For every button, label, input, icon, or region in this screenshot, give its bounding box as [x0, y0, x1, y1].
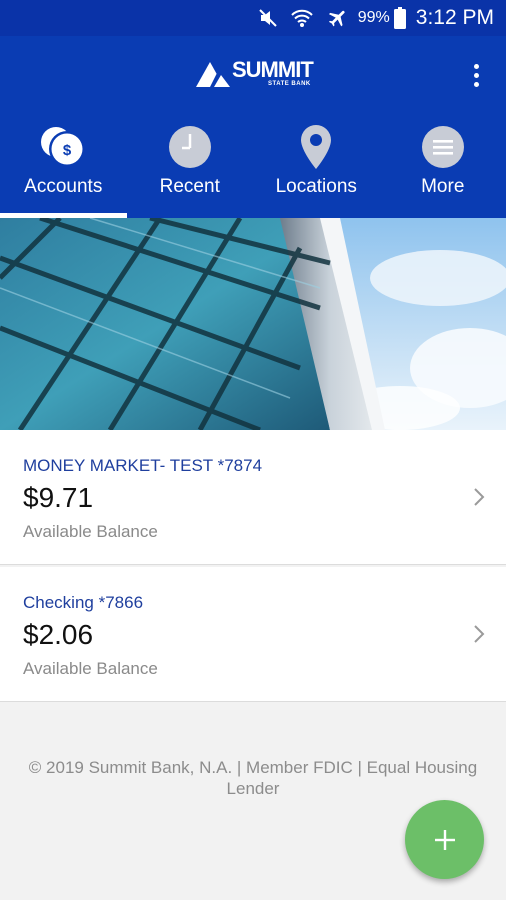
- location-pin-icon: [291, 122, 341, 172]
- summit-logo: SUMMIT STATE BANK: [196, 56, 314, 90]
- battery-percentage: 99%: [357, 9, 390, 26]
- chevron-right-icon: [474, 488, 485, 506]
- more-options-icon[interactable]: [462, 58, 490, 92]
- account-card[interactable]: MONEY MARKET- TEST *7874 $9.71 Available…: [0, 430, 506, 565]
- app-header: SUMMIT STATE BANK $ Accounts Recent Loca…: [0, 36, 506, 218]
- tab-locations[interactable]: Locations: [253, 118, 380, 218]
- add-button[interactable]: [405, 800, 484, 879]
- account-balance-label: Available Balance: [23, 659, 158, 678]
- account-name: Checking *7866: [23, 593, 144, 612]
- mute-icon: [258, 8, 278, 28]
- logo-name: SUMMIT: [232, 56, 314, 82]
- tab-more-label: More: [421, 176, 465, 197]
- account-balance-label: Available Balance: [23, 522, 158, 541]
- account-balance: $2.06: [23, 619, 94, 650]
- airplane-icon: [326, 7, 350, 29]
- account-name: MONEY MARKET- TEST *7874: [23, 456, 263, 475]
- tab-recent[interactable]: Recent: [127, 118, 254, 218]
- account-balance: $9.71: [23, 482, 94, 513]
- tab-accounts-label: Accounts: [24, 176, 103, 197]
- mountain-logo-icon: [196, 62, 230, 87]
- tab-accounts[interactable]: $ Accounts: [0, 118, 127, 218]
- logo-subtitle: STATE BANK: [267, 80, 311, 87]
- hero-image: [0, 218, 506, 430]
- clock: 3:12 PM: [415, 6, 494, 29]
- tab-bar: $ Accounts Recent Locations More: [0, 118, 506, 218]
- menu-icon: [418, 122, 468, 172]
- tab-locations-label: Locations: [275, 176, 357, 197]
- tab-recent-label: Recent: [159, 176, 220, 197]
- battery-icon: [393, 7, 406, 29]
- tab-more[interactable]: More: [380, 118, 506, 218]
- plus-icon: [434, 829, 455, 850]
- svg-text:$: $: [63, 142, 72, 159]
- status-bar: 99% 3:12 PM: [0, 0, 506, 36]
- account-card[interactable]: Checking *7866 $2.06 Available Balance: [0, 567, 506, 702]
- wifi-icon: [290, 8, 314, 28]
- clock-icon: [165, 122, 215, 172]
- chevron-right-icon: [474, 625, 485, 643]
- footer-disclaimer: © 2019 Summit Bank, N.A. | Member FDIC |…: [28, 758, 478, 798]
- accounts-coins-icon: $: [38, 122, 88, 172]
